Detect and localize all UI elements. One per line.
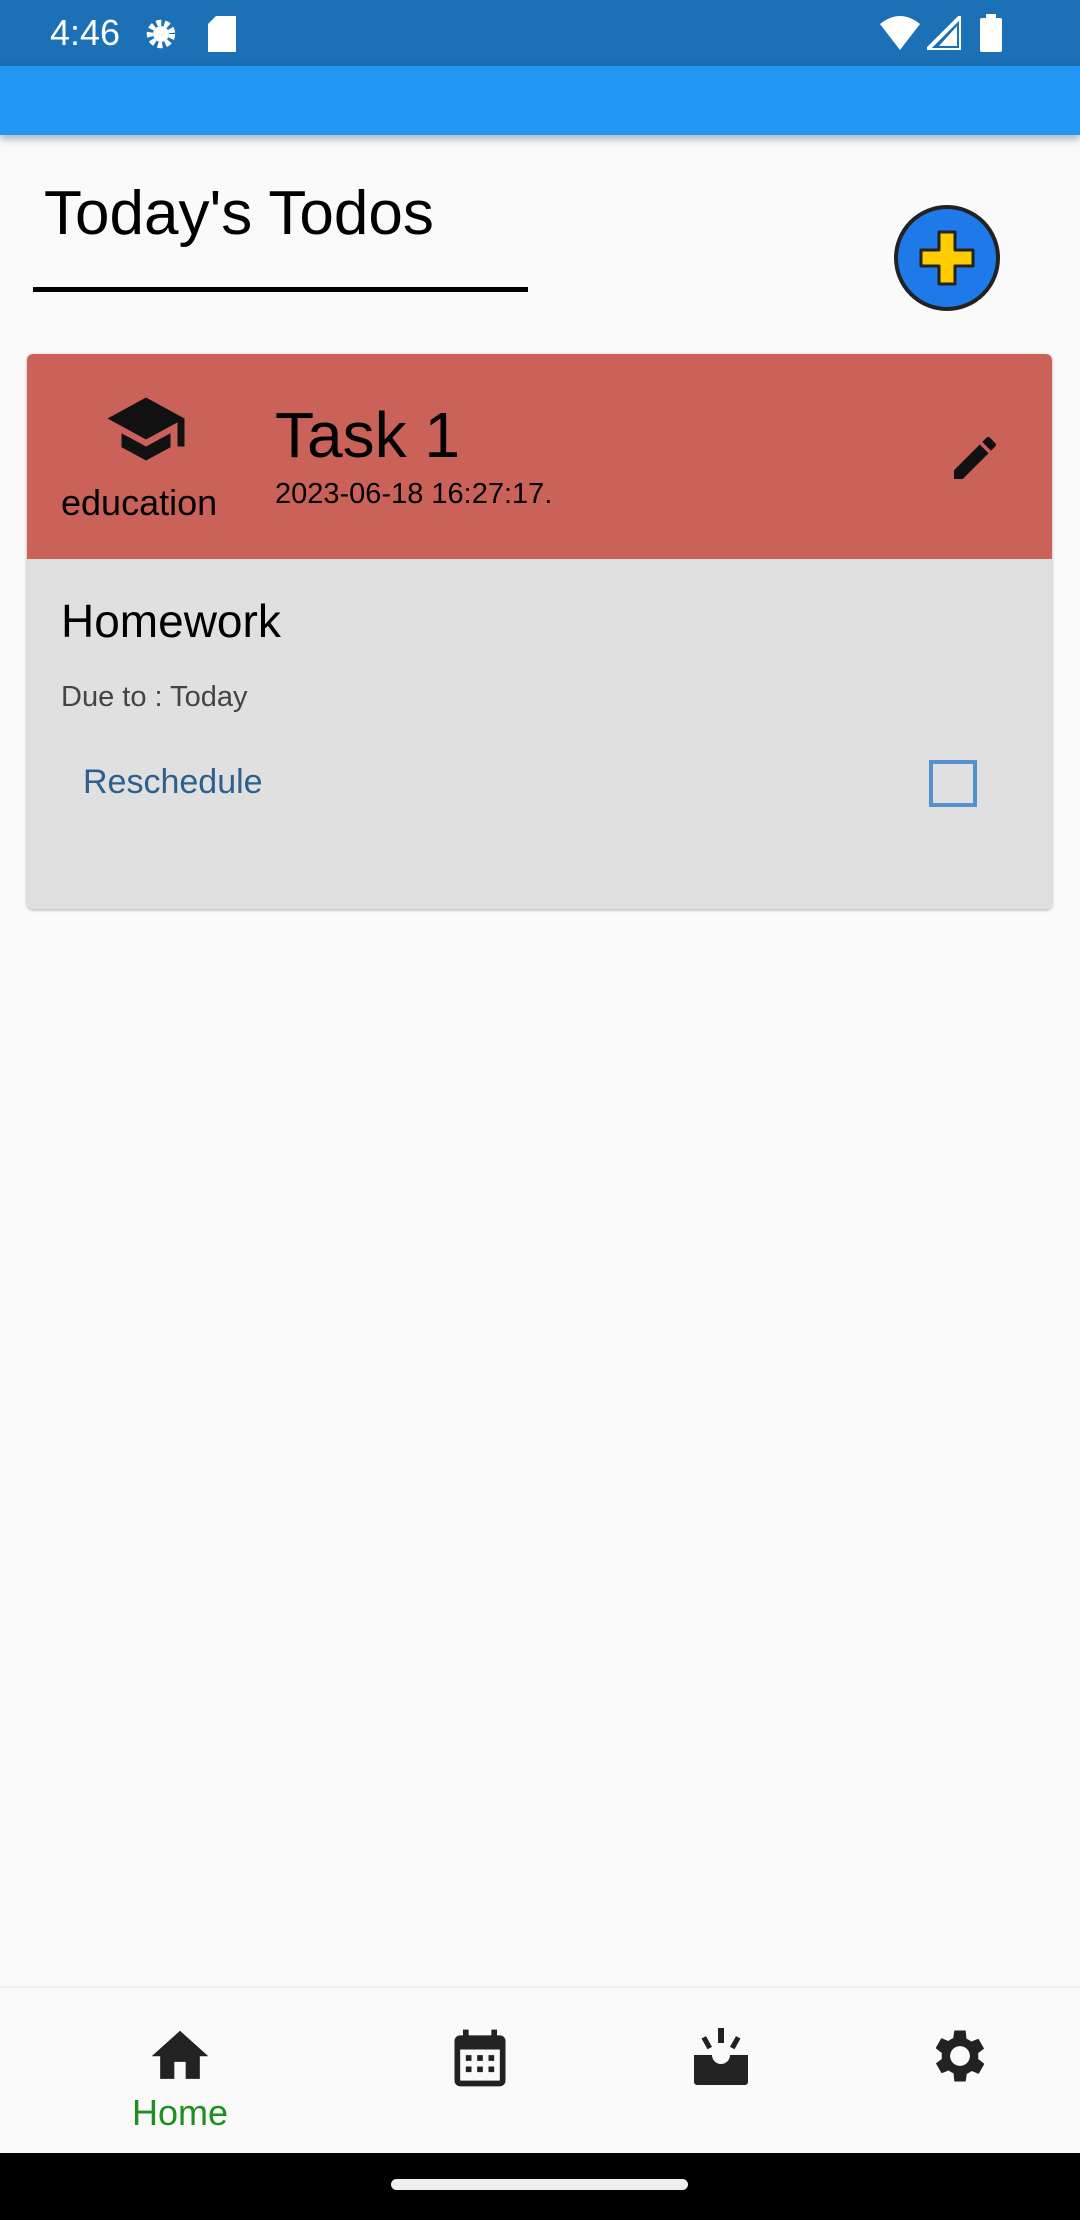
graduation-cap-icon [107, 397, 185, 461]
bottom-nav: Home [0, 1986, 1080, 2153]
status-time: 4:46 [50, 12, 121, 53]
nav-home-label: Home [131, 2092, 229, 2133]
status-bar: 4:46 [0, 0, 1080, 66]
todo-card-header: education Task 1 2023-06-18 16:27:17. [27, 354, 1052, 559]
battery-icon [980, 14, 1002, 52]
task-description: Homework [61, 595, 281, 647]
home-icon [151, 2030, 209, 2079]
category-label: education [61, 482, 218, 523]
nav-calendar[interactable] [380, 1988, 580, 2155]
alarm-icon [694, 2028, 748, 2085]
task-title: Task 1 [275, 399, 460, 471]
nav-alarm[interactable] [619, 1988, 819, 2155]
signal-icon [927, 16, 961, 50]
add-circle-icon [894, 205, 1000, 311]
calendar-icon [454, 2029, 506, 2087]
app-bar [0, 66, 1080, 135]
complete-checkbox[interactable] [929, 760, 977, 807]
wifi-icon [880, 16, 920, 50]
title-divider [33, 287, 528, 292]
add-todo-button[interactable] [893, 204, 1001, 312]
page-title: Today's Todos [44, 179, 434, 248]
settings-icon [935, 2030, 985, 2082]
nav-home[interactable]: Home [80, 1988, 280, 2155]
system-nav-bar [0, 2153, 1080, 2220]
task-created-date: 2023-06-18 16:27:17. [275, 478, 553, 510]
nav-settings[interactable] [860, 1988, 1060, 2155]
task-due: Due to : Today [61, 681, 248, 713]
home-gesture-handle[interactable] [391, 2179, 688, 2190]
todo-card: education Task 1 2023-06-18 16:27:17. Ho… [27, 354, 1052, 909]
sd-card-icon [208, 16, 236, 52]
gear-icon [146, 19, 176, 49]
reschedule-button[interactable]: Reschedule [83, 763, 263, 802]
edit-pencil-icon[interactable] [947, 430, 1003, 486]
